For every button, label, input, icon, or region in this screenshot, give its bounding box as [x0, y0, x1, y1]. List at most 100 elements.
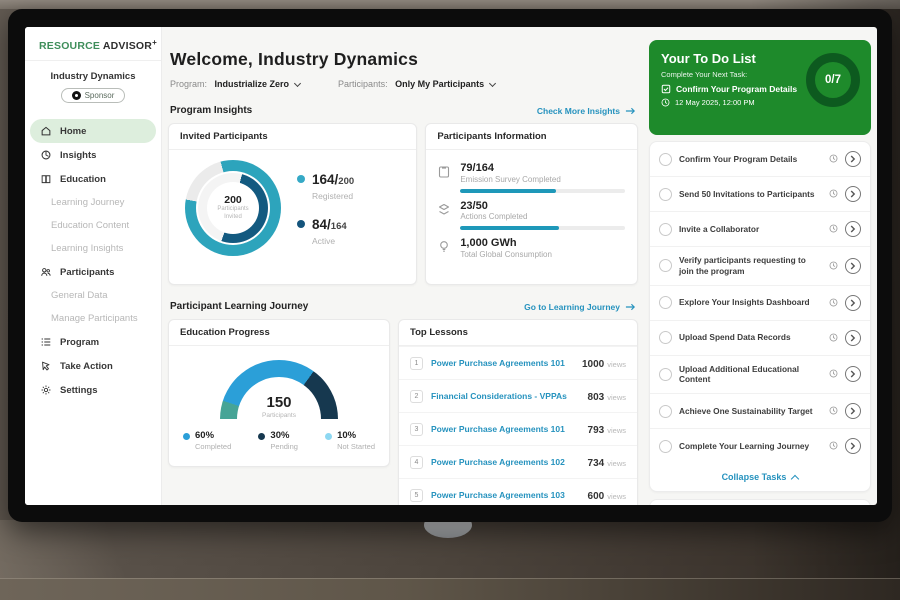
stat-label: Actions Completed — [460, 212, 625, 221]
task-open-button[interactable] — [845, 295, 861, 311]
sidebar-item-participants[interactable]: Participants — [25, 260, 161, 284]
task-row[interactable]: Upload Spend Data Records — [650, 321, 870, 356]
invited-legend: 164/200 Registered 84/164 Active — [297, 171, 354, 246]
task-checkbox[interactable] — [659, 405, 672, 418]
lesson-row[interactable]: 2 Financial Considerations - VPPAs 803vi… — [399, 379, 637, 412]
task-checkbox[interactable] — [659, 440, 672, 453]
org-name: Industry Dynamics — [31, 71, 155, 82]
todo-summary-card: Your To Do List Complete Your Next Task:… — [649, 40, 871, 135]
task-row[interactable]: Achieve One Sustainability Target — [650, 394, 870, 429]
legend-item-active: 84/164 Active — [297, 216, 354, 246]
sidebar-item-insights[interactable]: Insights — [25, 143, 161, 167]
sponsor-badge[interactable]: Sponsor — [61, 88, 126, 103]
legend-value: 30% — [270, 431, 298, 441]
task-open-button[interactable] — [845, 330, 861, 346]
invited-card-body: 200 Participants Invited 164/200 — [169, 150, 416, 266]
task-checkbox[interactable] — [659, 188, 672, 201]
lesson-views-suffix: views — [607, 459, 626, 468]
collapse-label: Collapse Tasks — [722, 472, 787, 482]
go-to-learning-journey-link[interactable]: Go to Learning Journey — [524, 302, 636, 312]
task-checkbox[interactable] — [659, 368, 672, 381]
stat-label: Total Global Consumption — [460, 250, 625, 259]
task-open-button[interactable] — [845, 403, 861, 419]
task-checkbox[interactable] — [659, 296, 672, 309]
collapse-tasks-link[interactable]: Collapse Tasks — [650, 463, 870, 491]
sidebar-item-program[interactable]: Program — [25, 330, 161, 354]
sponsor-label: Sponsor — [85, 91, 115, 100]
lesson-link[interactable]: Power Purchase Agreements 101 — [431, 424, 580, 434]
sidebar-item-home[interactable]: Home — [30, 119, 156, 143]
lesson-rank: 4 — [410, 456, 423, 469]
lesson-row[interactable]: 5 Power Purchase Agreements 103 600views — [399, 478, 637, 505]
sidebar-item-label: Learning Journey — [51, 197, 124, 208]
task-open-button[interactable] — [845, 366, 861, 382]
sidebar-item-manage-participants[interactable]: Manage Participants — [25, 307, 161, 330]
lesson-row[interactable]: 4 Power Purchase Agreements 102 734views — [399, 445, 637, 478]
task-row[interactable]: Upload Additional Educational Content — [650, 356, 870, 395]
participants-info-body: 79/164 Emission Survey Completed 23/50 A… — [426, 150, 637, 259]
clock-icon — [829, 294, 838, 312]
link-label: Go to Learning Journey — [524, 302, 620, 312]
task-label: Upload Spend Data Records — [679, 332, 822, 343]
task-open-button[interactable] — [845, 151, 861, 167]
legend-dot — [297, 220, 305, 228]
participants-filter-select[interactable]: Only My Participants — [395, 79, 495, 89]
logo-part-resource: RESOURCE — [39, 40, 100, 52]
todo-due-label: 12 May 2025, 12:00 PM — [675, 98, 755, 107]
chevron-up-icon — [791, 474, 799, 482]
sidebar-item-label: Manage Participants — [51, 313, 138, 324]
lesson-link[interactable]: Financial Considerations - VPPAs — [431, 391, 580, 401]
stat-value: 1,000 GWh — [460, 237, 625, 250]
arrow-right-icon — [625, 107, 636, 115]
stat-row-actions: 23/50 Actions Completed — [438, 200, 625, 231]
lesson-link[interactable]: Power Purchase Agreements 103 — [431, 490, 580, 500]
lesson-row[interactable]: 1 Power Purchase Agreements 101 1000view… — [399, 346, 637, 379]
task-checkbox[interactable] — [659, 259, 672, 272]
sidebar-item-learning-journey[interactable]: Learning Journey — [25, 191, 161, 214]
task-row[interactable]: Explore Your Insights Dashboard — [650, 286, 870, 321]
sidebar-item-settings[interactable]: Settings — [25, 378, 161, 402]
program-filter-select[interactable]: Industrialize Zero — [215, 79, 301, 89]
background-light — [0, 520, 160, 580]
stat-value: 23/50 — [460, 200, 625, 213]
chevron-down-icon — [294, 79, 301, 86]
progress-fill — [460, 189, 556, 193]
take-action-icon — [40, 360, 52, 372]
participants-information-card: Participants Information 79/164 Emission… — [425, 123, 638, 285]
task-open-button[interactable] — [845, 186, 861, 202]
sponsor-icon — [72, 91, 81, 100]
task-open-button[interactable] — [845, 438, 861, 454]
lightbulb-icon — [438, 237, 451, 259]
sidebar-item-label: General Data — [51, 290, 108, 301]
donut-center-value: 200 — [224, 194, 242, 206]
lesson-views-suffix: views — [607, 360, 626, 369]
lesson-views: 734 — [588, 458, 605, 469]
sidebar-item-general-data[interactable]: General Data — [25, 284, 161, 307]
task-checkbox[interactable] — [659, 223, 672, 236]
task-open-button[interactable] — [845, 258, 861, 274]
sidebar-item-education-content[interactable]: Education Content — [25, 214, 161, 237]
lesson-rank: 2 — [410, 390, 423, 403]
task-row[interactable]: Confirm Your Program Details — [650, 142, 870, 177]
task-row[interactable]: Verify participants requesting to join t… — [650, 247, 870, 286]
stat-value: 79/164 — [460, 162, 625, 175]
lesson-row[interactable]: 3 Power Purchase Agreements 101 793views — [399, 412, 637, 445]
lesson-link[interactable]: Power Purchase Agreements 102 — [431, 457, 580, 467]
check-more-insights-link[interactable]: Check More Insights — [537, 106, 636, 116]
task-checkbox[interactable] — [659, 331, 672, 344]
program-filter: Program: Industrialize Zero — [170, 79, 300, 89]
task-row[interactable]: Send 50 Invitations to Participants — [650, 177, 870, 212]
lesson-rank: 1 — [410, 357, 423, 370]
legend-label: Not Started — [337, 442, 375, 451]
lesson-link[interactable]: Power Purchase Agreements 101 — [431, 358, 574, 368]
task-open-button[interactable] — [845, 221, 861, 237]
sidebar-item-education[interactable]: Education — [25, 167, 161, 191]
task-checkbox[interactable] — [659, 153, 672, 166]
task-row[interactable]: Invite a Collaborator — [650, 212, 870, 247]
task-row[interactable]: Complete Your Learning Journey — [650, 429, 870, 463]
program-filter-value: Industrialize Zero — [215, 79, 290, 89]
sidebar-item-learning-insights[interactable]: Learning Insights — [25, 237, 161, 260]
sidebar-item-take-action[interactable]: Take Action — [25, 354, 161, 378]
clock-icon — [829, 150, 838, 168]
legend-item-not-started: 10% Not Started — [325, 431, 375, 451]
